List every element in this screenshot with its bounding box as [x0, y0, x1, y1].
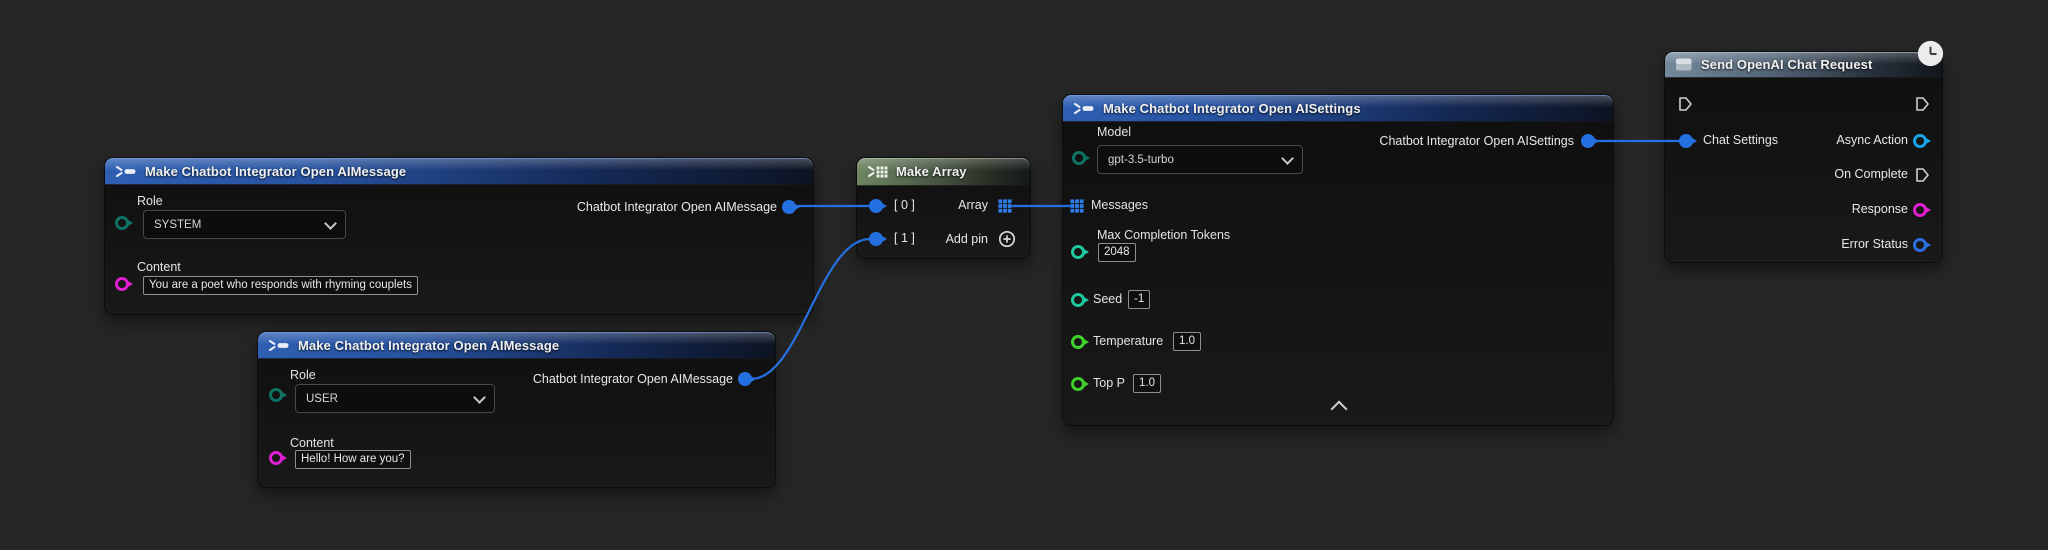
node-title: Make Array: [896, 164, 967, 179]
content-input[interactable]: You are a poet who responds with rhyming…: [143, 276, 418, 295]
async-function-icon: [1675, 57, 1693, 72]
node-make-aimessage-user[interactable]: Make Chatbot Integrator Open AIMessage R…: [258, 332, 775, 487]
node-make-aisettings[interactable]: Make Chatbot Integrator Open AISettings …: [1063, 95, 1613, 425]
node-make-array[interactable]: Make Array [ 0 ] Array [ 1 ] Add pin: [857, 158, 1030, 258]
top-p-pin[interactable]: [1071, 377, 1085, 391]
node-title: Make Chatbot Integrator Open AIMessage: [298, 338, 559, 353]
node-title: Send OpenAI Chat Request: [1701, 57, 1872, 72]
role-dropdown-value: USER: [306, 393, 338, 405]
role-dropdown[interactable]: USER: [295, 384, 495, 413]
role-label: Role: [137, 194, 163, 208]
array-grid-pin[interactable]: [998, 199, 1012, 213]
role-label: Role: [290, 368, 316, 382]
make-struct-icon: [1073, 102, 1095, 115]
node-header[interactable]: Make Chatbot Integrator Open AIMessage: [258, 332, 775, 359]
node-title: Make Chatbot Integrator Open AIMessage: [145, 164, 406, 179]
array-element-1-label: [ 1 ]: [894, 231, 915, 245]
max-tokens-pin[interactable]: [1071, 245, 1085, 259]
array-element-1-pin[interactable]: [869, 232, 883, 246]
chat-settings-pin[interactable]: [1679, 134, 1693, 148]
collapse-advanced-chevron-icon[interactable]: [1331, 401, 1348, 418]
role-dropdown[interactable]: SYSTEM: [143, 210, 346, 239]
temperature-label: Temperature: [1093, 334, 1163, 348]
make-struct-icon: [268, 339, 290, 352]
node-title: Make Chatbot Integrator Open AISettings: [1103, 101, 1361, 116]
model-dropdown-value: gpt-3.5-turbo: [1108, 154, 1174, 166]
seed-pin[interactable]: [1071, 293, 1085, 307]
model-label: Model: [1097, 125, 1131, 139]
temperature-pin[interactable]: [1071, 335, 1085, 349]
add-pin-icon[interactable]: [998, 230, 1016, 248]
messages-label: Messages: [1091, 198, 1148, 212]
output-pin[interactable]: [738, 372, 752, 386]
node-send-openai-chat-request[interactable]: Send OpenAI Chat Request Chat Settings A…: [1665, 52, 1942, 262]
chevron-down-icon: [324, 217, 337, 230]
output-pin[interactable]: [1581, 134, 1595, 148]
on-complete-label: On Complete: [1834, 167, 1908, 181]
content-label: Content: [290, 436, 334, 450]
max-tokens-label: Max Completion Tokens: [1097, 228, 1230, 242]
array-element-0-label: [ 0 ]: [894, 198, 915, 212]
error-status-label: Error Status: [1841, 237, 1908, 251]
top-p-input[interactable]: 1.0: [1133, 374, 1161, 393]
output-pin-label: Chatbot Integrator Open AIMessage: [577, 200, 777, 214]
node-header[interactable]: Send OpenAI Chat Request: [1665, 52, 1942, 78]
array-output-label: Array: [958, 198, 988, 212]
content-input[interactable]: Hello! How are you?: [295, 450, 411, 469]
node-make-aimessage-system[interactable]: Make Chatbot Integrator Open AIMessage R…: [105, 158, 813, 314]
make-array-icon: [867, 165, 889, 178]
output-pin-label: Chatbot Integrator Open AISettings: [1379, 134, 1574, 148]
node-header[interactable]: Make Array: [857, 158, 1030, 186]
temperature-input[interactable]: 1.0: [1173, 332, 1201, 351]
response-label: Response: [1852, 202, 1908, 216]
node-header[interactable]: Make Chatbot Integrator Open AIMessage: [105, 158, 813, 185]
error-status-pin[interactable]: [1913, 238, 1927, 252]
exec-in-pin[interactable]: [1677, 96, 1693, 112]
role-dropdown-value: SYSTEM: [154, 219, 201, 231]
node-header[interactable]: Make Chatbot Integrator Open AISettings: [1063, 95, 1613, 122]
array-element-0-pin[interactable]: [869, 199, 883, 213]
exec-out-pin[interactable]: [1914, 96, 1930, 112]
output-pin[interactable]: [782, 200, 796, 214]
seed-input[interactable]: -1: [1128, 290, 1150, 309]
model-pin[interactable]: [1072, 151, 1086, 165]
on-complete-exec-pin[interactable]: [1914, 167, 1930, 183]
latent-clock-icon: [1917, 40, 1944, 67]
output-pin-label: Chatbot Integrator Open AIMessage: [533, 372, 733, 386]
model-dropdown[interactable]: gpt-3.5-turbo: [1097, 145, 1303, 174]
top-p-label: Top P: [1093, 376, 1125, 390]
blueprint-canvas[interactable]: Make Chatbot Integrator Open AIMessage R…: [0, 0, 2048, 550]
chevron-down-icon: [1281, 152, 1294, 165]
response-pin[interactable]: [1913, 203, 1927, 217]
content-pin[interactable]: [115, 277, 129, 291]
content-label: Content: [137, 260, 181, 274]
async-action-pin[interactable]: [1913, 134, 1927, 148]
chevron-down-icon: [473, 391, 486, 404]
content-pin[interactable]: [269, 451, 283, 465]
add-pin-label: Add pin: [946, 232, 988, 246]
role-pin[interactable]: [115, 216, 129, 230]
make-struct-icon: [115, 165, 137, 178]
max-tokens-input[interactable]: 2048: [1098, 243, 1136, 262]
async-action-label: Async Action: [1836, 133, 1908, 147]
seed-label: Seed: [1093, 292, 1122, 306]
role-pin[interactable]: [269, 388, 283, 402]
messages-array-pin[interactable]: [1070, 199, 1084, 213]
blueprint-editor: { "canvas": {"background": "#262626"}, "…: [0, 0, 2048, 550]
chat-settings-label: Chat Settings: [1703, 133, 1778, 147]
